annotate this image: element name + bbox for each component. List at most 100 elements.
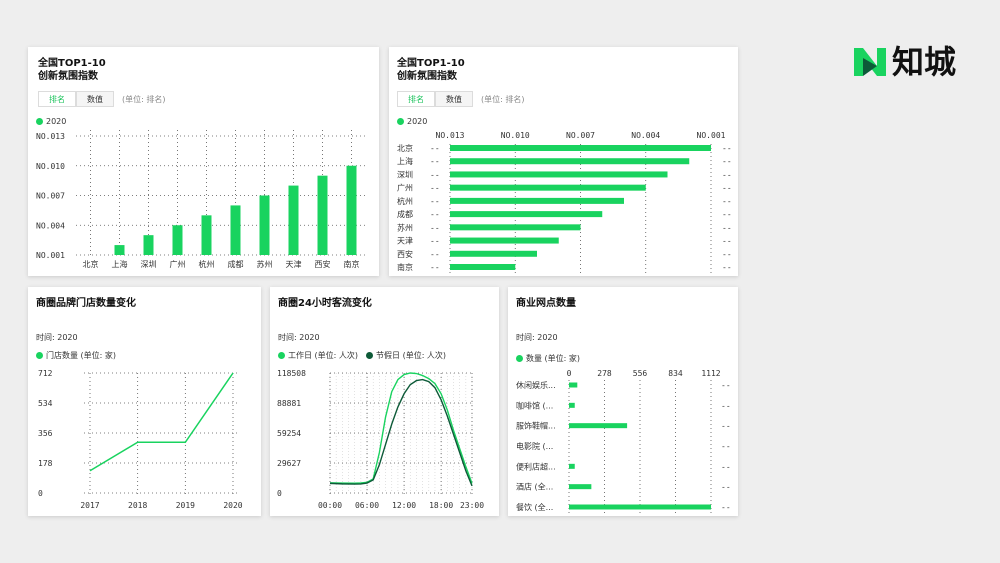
row-dash: --	[430, 184, 440, 193]
y-tick-label: 178	[38, 459, 53, 468]
x-tick-label: 南京	[344, 259, 360, 269]
x-tick-label: 834	[668, 369, 683, 378]
x-tick-label: 天津	[286, 259, 302, 269]
y-tick-label: 成都	[397, 209, 413, 219]
row-dash: --	[721, 503, 731, 512]
x-tick-label: 2019	[176, 501, 195, 510]
bar	[569, 402, 575, 408]
bar	[143, 235, 154, 255]
row-dash: --	[430, 223, 440, 232]
x-tick-label: 杭州	[199, 259, 215, 269]
row-dash: --	[430, 263, 440, 272]
row-dash: --	[721, 442, 731, 451]
x-tick-label: 23:00	[460, 501, 484, 510]
y-tick-label: 便利店超...	[516, 461, 556, 471]
x-tick-label: 278	[597, 369, 612, 378]
y-tick-label: 118508	[277, 369, 306, 378]
y-tick-label: 南京	[397, 262, 413, 272]
bar	[569, 423, 628, 429]
row-dash: --	[430, 250, 440, 259]
panel-outlets: 商业网点数量 时间: 2020 数量 (单位: 家) 0 278 556 834 111…	[508, 287, 738, 516]
x-tick-label: 0	[567, 369, 572, 378]
brand-mark-icon	[854, 48, 886, 76]
bar	[569, 382, 578, 388]
row-dash: --	[430, 197, 440, 206]
bar	[450, 264, 516, 270]
bar	[450, 211, 603, 218]
x-tick-label: 西安	[315, 259, 331, 269]
row-dash: --	[721, 381, 731, 390]
y-tick-label: 上海	[397, 156, 413, 166]
x-tick-label: NO.010	[501, 131, 530, 140]
x-tick-label: 2020	[223, 501, 242, 510]
x-tick-label: 成都	[228, 259, 244, 269]
row-dash: --	[722, 223, 732, 232]
row-dash: --	[722, 170, 732, 179]
row-dash: --	[722, 210, 732, 219]
y-tick-label: 深圳	[397, 169, 413, 179]
y-tick-label: 休闲娱乐...	[516, 380, 556, 390]
row-dash: --	[722, 250, 732, 259]
y-tick-label: 534	[38, 399, 53, 408]
row-dash: --	[721, 483, 731, 492]
row-dash: --	[430, 157, 440, 166]
bar	[230, 205, 241, 255]
x-tick-label: NO.007	[566, 131, 595, 140]
panel-traffic: 商圈24小时客流变化 时间: 2020 工作日 (单位: 人次) 节假日 (单位…	[270, 287, 499, 516]
row-dash: --	[430, 210, 440, 219]
x-tick-label: 1112	[701, 369, 720, 378]
y-tick-label: 餐饮 (全...	[516, 502, 553, 512]
bar	[114, 245, 125, 255]
bar	[346, 165, 357, 255]
bar	[450, 250, 537, 257]
y-tick-label: 59254	[277, 429, 301, 438]
store-line-chart: 0 178 356 534 712 2017 2018 2019 2020	[38, 369, 243, 510]
y-tick-label: 712	[38, 369, 53, 378]
y-tick-label: 29627	[277, 459, 301, 468]
x-tick-label: 00:00	[318, 501, 342, 510]
row-dash: --	[722, 197, 732, 206]
y-tick-label: 0	[277, 489, 282, 498]
panel-rank-vertical: 全国TOP1-10 创新氛围指数 排名 数值 (单位: 排名) 2020 NO.…	[28, 47, 379, 276]
bar	[259, 195, 270, 255]
x-tick-label: 12:00	[392, 501, 416, 510]
x-tick-label: 18:00	[429, 501, 453, 510]
row-dash: --	[430, 170, 440, 179]
row-dash: --	[430, 144, 440, 153]
bar	[172, 225, 183, 255]
y-tick-label: NO.001	[36, 251, 65, 260]
x-tick-label: 06:00	[355, 501, 379, 510]
y-tick-label: NO.007	[36, 192, 65, 201]
x-tick-label: 深圳	[141, 259, 157, 269]
y-tick-label: 天津	[397, 236, 413, 246]
series-line	[89, 372, 234, 472]
y-tick-label: 杭州	[397, 196, 413, 206]
bar	[201, 215, 212, 255]
y-tick-label: 西安	[397, 249, 413, 259]
brand-logo: 知城	[852, 44, 956, 80]
row-dash: --	[721, 462, 731, 471]
y-tick-label: 0	[38, 489, 43, 498]
y-tick-label: 苏州	[397, 222, 413, 232]
bar	[450, 184, 646, 191]
bar	[450, 158, 690, 165]
row-dash: --	[722, 184, 732, 193]
bar	[569, 504, 711, 510]
x-tick-label: 2018	[128, 501, 147, 510]
x-tick-label: 2017	[80, 501, 99, 510]
row-dash: --	[722, 157, 732, 166]
brand-name: 知城	[892, 43, 957, 81]
bar	[450, 224, 581, 231]
panel-rank-horizontal: 全国TOP1-10 创新氛围指数 排名 数值 (单位: 排名) 2020 NO.…	[389, 47, 738, 276]
x-tick-label: NO.004	[631, 131, 660, 140]
bar	[288, 185, 299, 255]
bar	[317, 175, 328, 255]
bar	[569, 463, 575, 469]
y-tick-label: 酒店 (全...	[516, 482, 553, 492]
outlet-hbar-chart: 0 278 556 834 1112 休闲娱乐... -- 咖啡馆 (... -- 服饰鞋帽...…	[516, 369, 731, 513]
x-tick-label: 苏州	[257, 259, 273, 269]
y-tick-label: 咖啡馆 (...	[516, 400, 553, 410]
x-tick-label: 556	[633, 369, 648, 378]
y-tick-label: NO.004	[36, 221, 65, 230]
y-tick-label: 电影院 (...	[516, 441, 553, 451]
